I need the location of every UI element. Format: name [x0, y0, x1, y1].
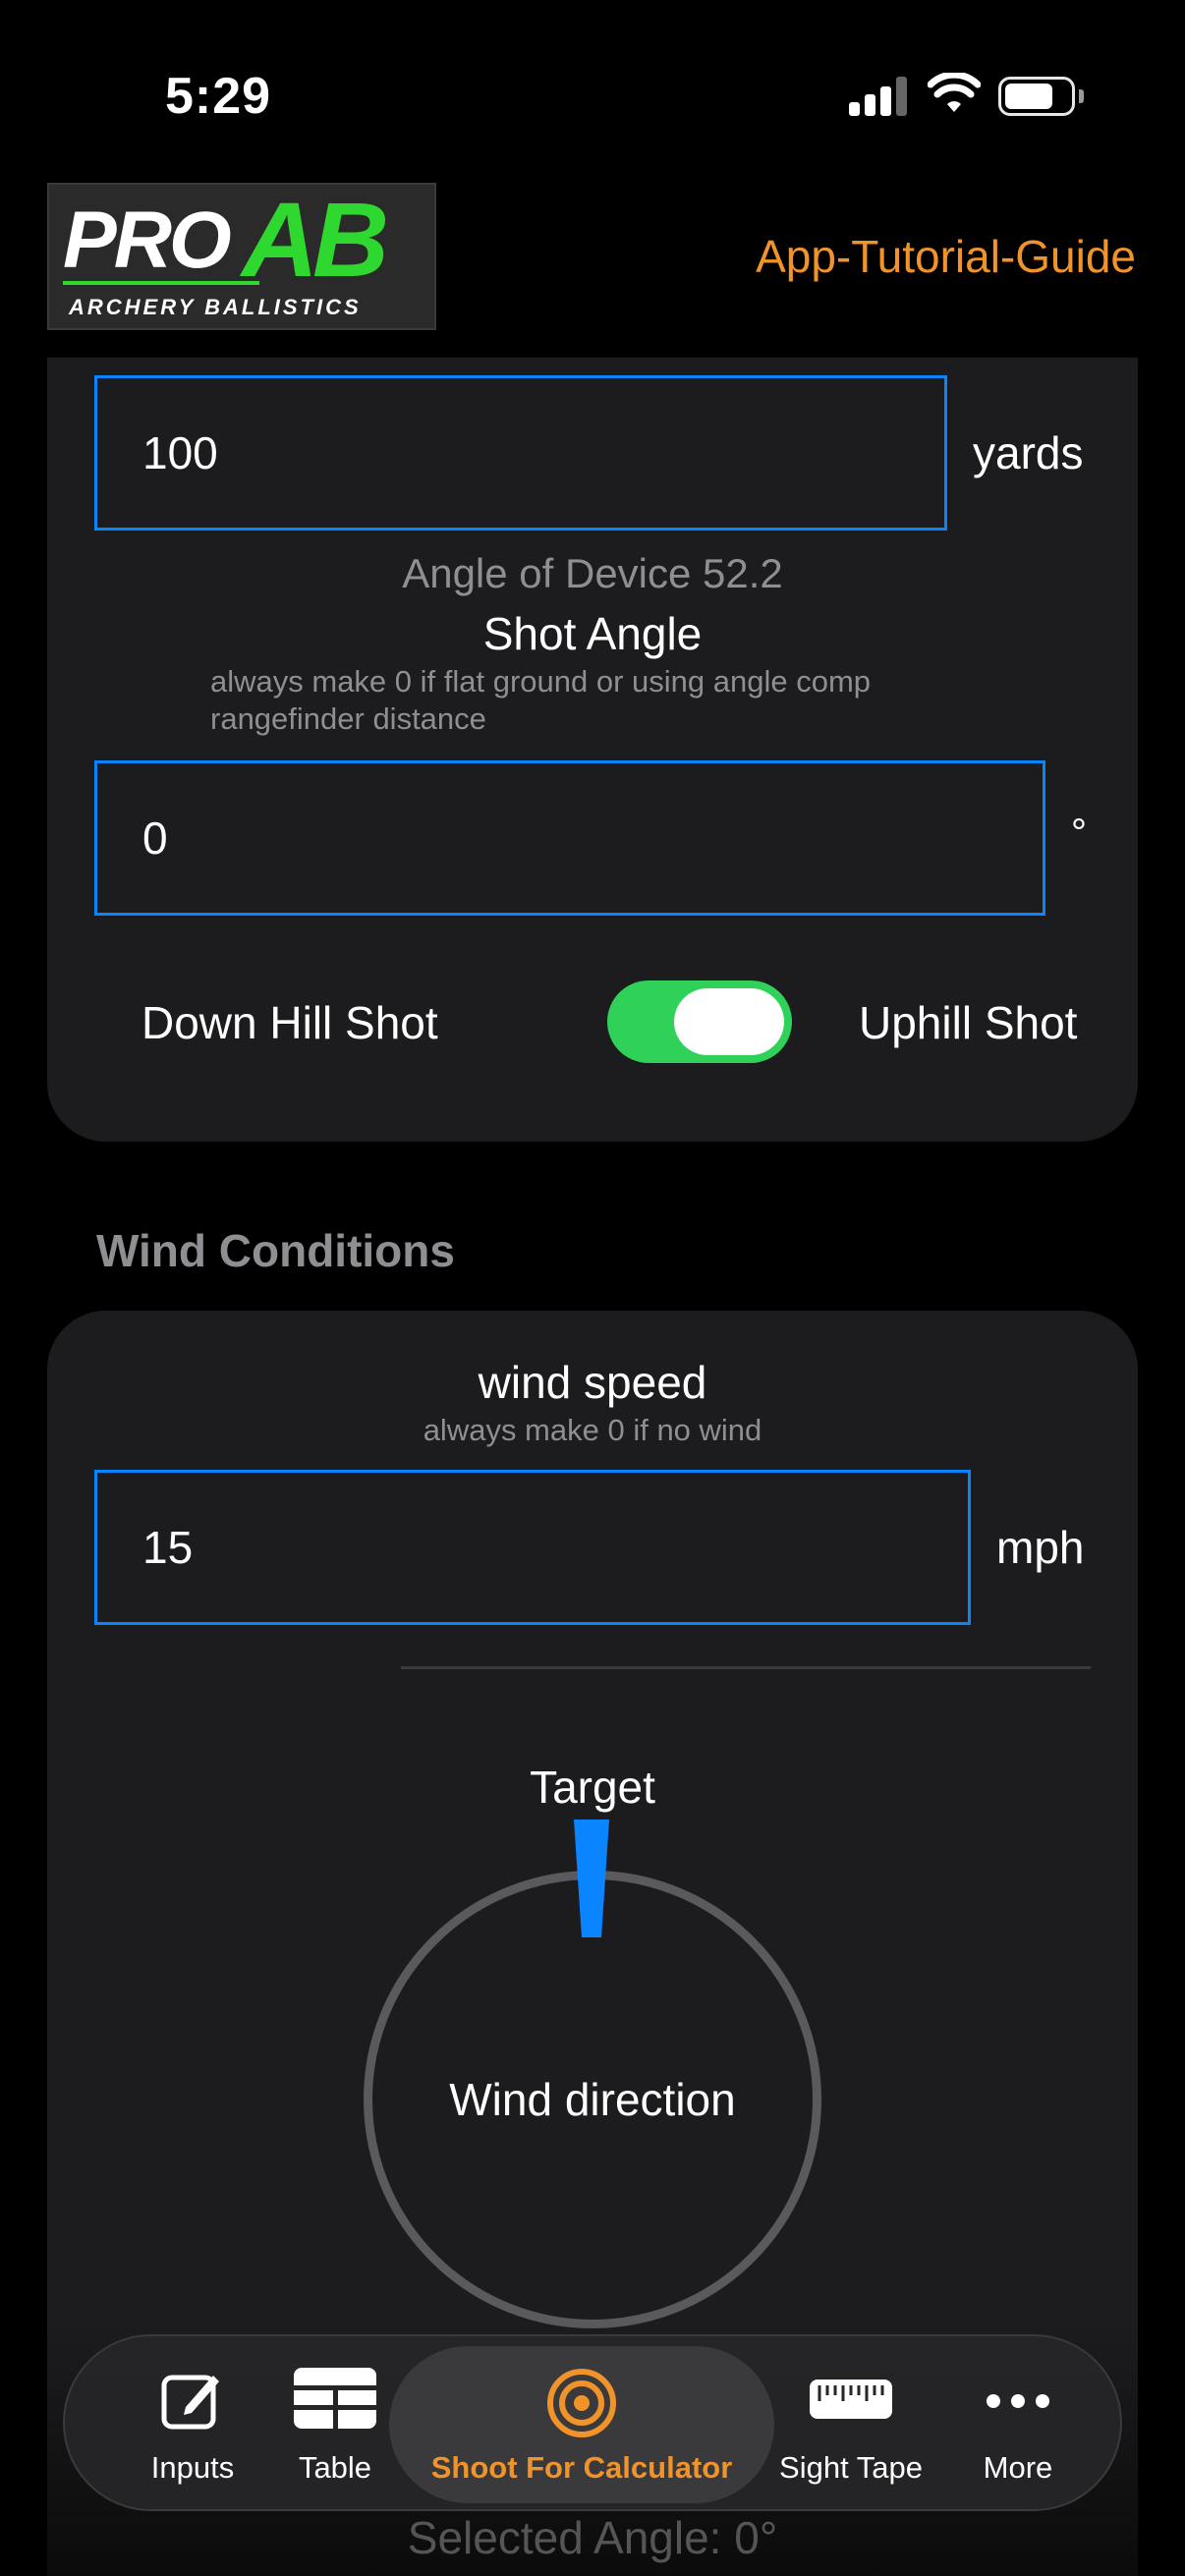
wind-section-title: Wind Conditions: [96, 1225, 455, 1276]
wind-speed-input[interactable]: 15: [94, 1470, 971, 1625]
tab-inputs[interactable]: Inputs: [104, 2336, 281, 2513]
wind-speed-hint: always make 0 if no wind: [423, 1413, 762, 1447]
tab-more[interactable]: More: [949, 2336, 1087, 2513]
uphill-toggle[interactable]: [607, 980, 792, 1063]
shot-angle-input[interactable]: 0: [94, 760, 1045, 916]
downhill-label: Down Hill Shot: [141, 997, 438, 1048]
toggle-knob: [674, 988, 784, 1055]
logo-arrow: [63, 281, 259, 285]
tab-label: Inputs: [150, 2450, 235, 2485]
tab-bar: Inputs Table Shoot For Calculator Sight …: [63, 2334, 1122, 2511]
tutorial-guide-link[interactable]: App-Tutorial-Guide: [756, 230, 1136, 283]
uphill-label: Uphill Shot: [859, 997, 1078, 1048]
tab-label: Sight Tape: [779, 2450, 923, 2485]
status-bar: 5:29: [0, 0, 1185, 177]
target-label: Target: [530, 1762, 655, 1813]
table-icon: [294, 2368, 376, 2429]
wind-direction-label: Wind direction: [449, 2074, 736, 2125]
tab-shoot-for-calculator[interactable]: Shoot For Calculator: [389, 2336, 774, 2513]
wifi-icon: [928, 73, 981, 112]
more-icon: [987, 2394, 1049, 2408]
distance-input[interactable]: 100: [94, 375, 947, 531]
wind-speed-unit: mph: [996, 1522, 1085, 1573]
logo-ab: AB: [242, 180, 389, 299]
target-icon: [547, 2369, 616, 2437]
cellular-signal-icon: [849, 77, 908, 116]
app-logo: PRO AB ARCHERY BALLISTICS: [47, 183, 436, 330]
tab-label: Shoot For Calculator: [430, 2450, 733, 2485]
shot-angle-hint-2: rangefinder distance: [210, 701, 486, 736]
shot-angle-title: Shot Angle: [482, 608, 703, 659]
wind-direction-needle[interactable]: [572, 1820, 611, 1937]
logo-subtitle: ARCHERY BALLISTICS: [69, 295, 362, 319]
battery-icon: [998, 77, 1084, 116]
tab-table[interactable]: Table: [271, 2336, 399, 2513]
shot-angle-unit: °: [1071, 812, 1087, 855]
edit-icon: [161, 2375, 219, 2430]
status-time: 5:29: [165, 68, 272, 125]
tab-label: Table: [298, 2450, 372, 2485]
wind-speed-title: wind speed: [478, 1357, 707, 1408]
angle-of-device: Angle of Device 52.2: [402, 550, 783, 596]
selected-angle: Selected Angle: 0°: [407, 2512, 778, 2563]
shot-angle-hint-1: always make 0 if flat ground or using an…: [210, 664, 872, 699]
ruler-icon: [810, 2380, 892, 2419]
tab-label: More: [983, 2450, 1053, 2485]
logo-pro: PRO: [63, 196, 232, 285]
divider: [401, 1666, 1091, 1669]
tab-sight-tape[interactable]: Sight Tape: [753, 2336, 949, 2513]
distance-unit: yards: [973, 427, 1084, 478]
